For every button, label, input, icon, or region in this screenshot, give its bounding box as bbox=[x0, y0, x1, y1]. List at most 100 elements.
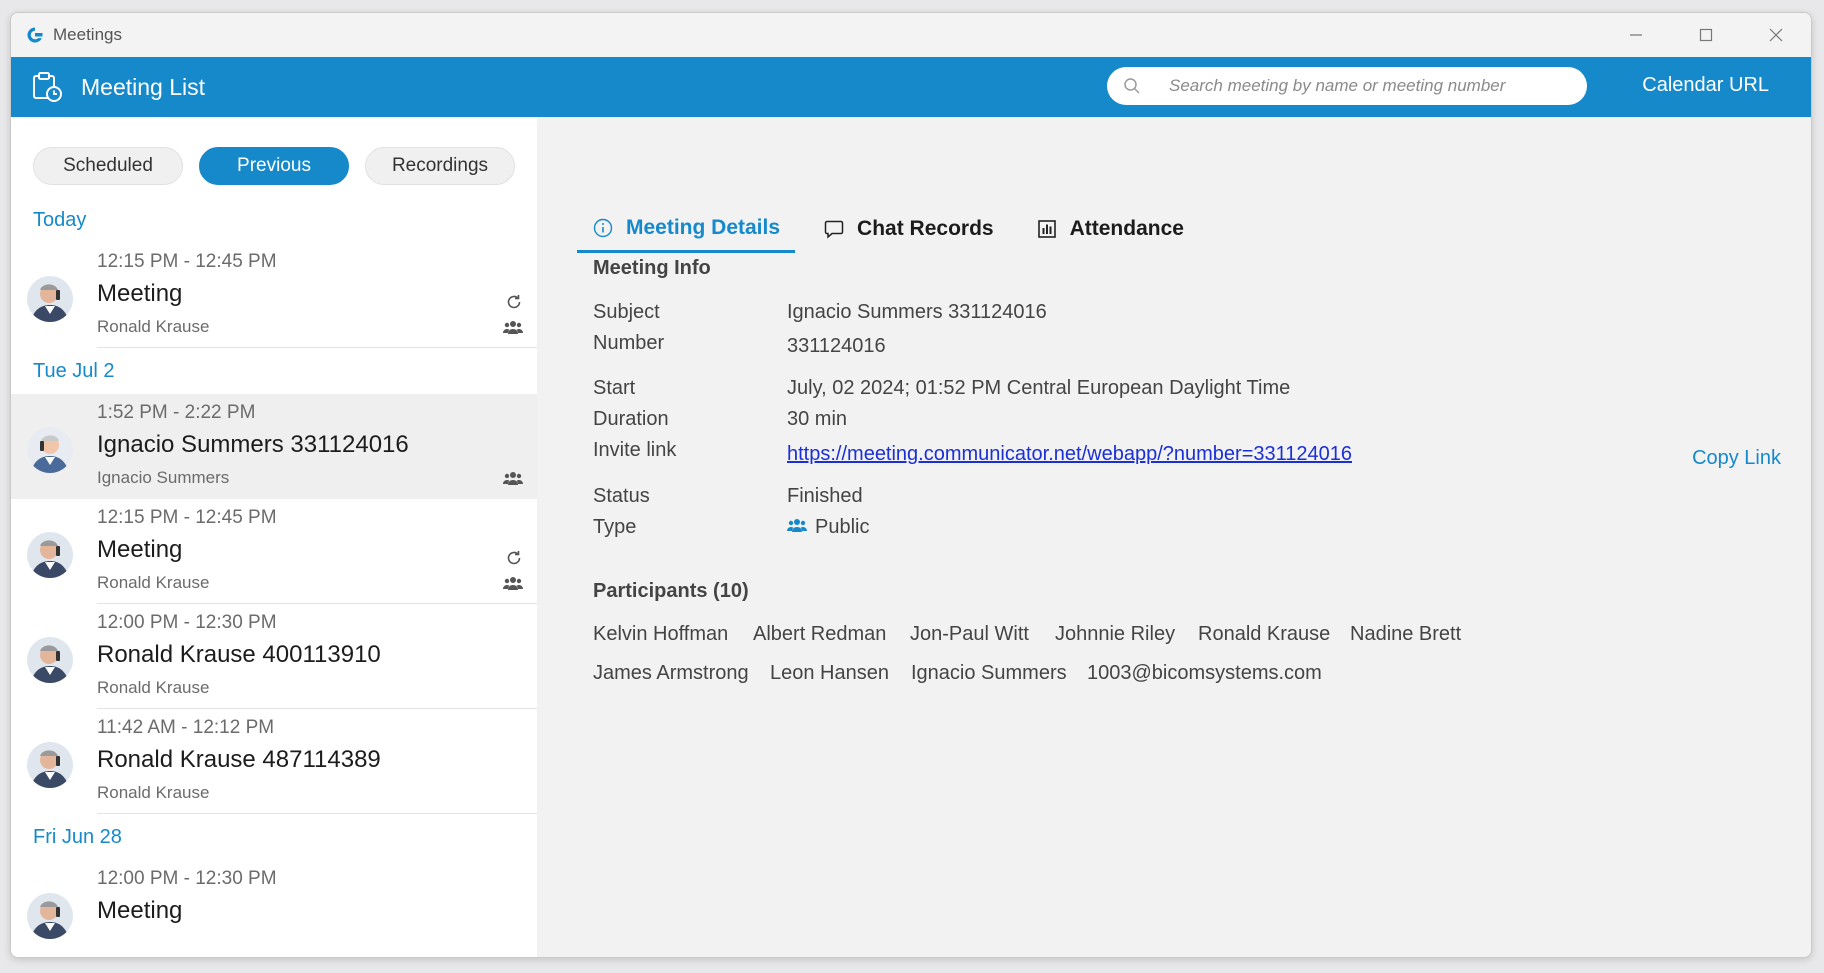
number-value: 331124016 bbox=[787, 335, 886, 357]
filter-scheduled[interactable]: Scheduled bbox=[33, 147, 183, 185]
meeting-host: Ronald Krause bbox=[97, 678, 210, 697]
status-value: Finished bbox=[787, 485, 863, 507]
maximize-button[interactable] bbox=[1671, 13, 1741, 57]
meeting-list-panel: Scheduled Previous Recordings Today 12:1… bbox=[11, 117, 537, 957]
type-text: Public bbox=[815, 516, 870, 538]
tab-label: Chat Records bbox=[857, 217, 994, 240]
meeting-title: Ignacio Summers 331124016 bbox=[97, 431, 409, 458]
divider bbox=[97, 347, 537, 348]
duration-value: 30 min bbox=[787, 408, 848, 430]
invite-link-value: https://meeting.communicator.net/webapp/… bbox=[787, 443, 1352, 466]
meeting-item[interactable]: 11:42 AM - 12:12 PM Ronald Krause 487114… bbox=[11, 709, 537, 814]
tab-attendance[interactable]: Attendance bbox=[1036, 205, 1184, 253]
date-group-header: Fri Jun 28 bbox=[33, 825, 122, 848]
meeting-title: Meeting bbox=[97, 280, 183, 307]
avatar bbox=[27, 276, 73, 322]
participant-name: Jon-Paul Witt bbox=[910, 623, 1029, 645]
meeting-title: Ronald Krause 487114389 bbox=[97, 746, 381, 773]
number-label: Number bbox=[593, 332, 665, 354]
avatar bbox=[27, 427, 73, 473]
meeting-info-title: Meeting Info bbox=[593, 257, 711, 279]
meeting-title: Meeting bbox=[97, 897, 183, 924]
meeting-item[interactable]: 12:00 PM - 12:30 PM Ronald Krause 400113… bbox=[11, 604, 537, 709]
meeting-host: Ronald Krause bbox=[97, 783, 210, 802]
date-group-header: Today bbox=[33, 208, 87, 231]
minimize-button[interactable] bbox=[1601, 13, 1671, 57]
participant-name: Ronald Krause bbox=[1198, 623, 1331, 645]
avatar bbox=[27, 742, 73, 788]
duration-label: Duration bbox=[593, 408, 669, 430]
status-label: Status bbox=[593, 485, 650, 507]
copy-link-button[interactable]: Copy Link bbox=[1692, 447, 1781, 470]
start-value: July, 02 2024; 01:52 PM Central European… bbox=[787, 377, 1291, 399]
participant-name: James Armstrong bbox=[593, 662, 749, 684]
tab-meeting-details[interactable]: Meeting Details bbox=[577, 205, 796, 253]
window-title: Meetings bbox=[53, 25, 122, 44]
meeting-host: Ronald Krause bbox=[97, 317, 210, 336]
meeting-item[interactable]: 12:15 PM - 12:45 PM Meeting Ronald Kraus… bbox=[11, 499, 537, 604]
type-value: Public bbox=[787, 516, 869, 539]
meeting-details-panel: Meeting Details Chat Records Attendance … bbox=[537, 117, 1811, 957]
tab-label: Attendance bbox=[1069, 217, 1184, 240]
meeting-item[interactable]: 12:15 PM - 12:45 PM Meeting Ronald Kraus… bbox=[11, 243, 537, 348]
public-meeting-icon bbox=[787, 516, 807, 539]
recurring-icon bbox=[505, 293, 523, 311]
close-button[interactable] bbox=[1741, 13, 1811, 57]
meeting-time: 12:00 PM - 12:30 PM bbox=[97, 612, 277, 633]
info-icon bbox=[592, 217, 614, 239]
recurring-icon bbox=[505, 549, 523, 567]
meetings-window: Meetings Meeting List Calendar URL bbox=[10, 12, 1812, 958]
calendar-url-button[interactable]: Calendar URL bbox=[1642, 74, 1769, 97]
meeting-time: 12:15 PM - 12:45 PM bbox=[97, 251, 277, 272]
avatar bbox=[27, 532, 73, 578]
start-label: Start bbox=[593, 377, 636, 399]
search-icon bbox=[1121, 75, 1143, 97]
window-controls bbox=[1601, 13, 1811, 57]
filter-previous[interactable]: Previous bbox=[199, 147, 349, 185]
meeting-item-selected[interactable]: 1:52 PM - 2:22 PM Ignacio Summers 331124… bbox=[11, 394, 537, 499]
participants-title: Participants (10) bbox=[593, 580, 749, 602]
attendance-icon bbox=[1036, 218, 1058, 240]
participant-name: Ignacio Summers bbox=[911, 662, 1067, 684]
search-input[interactable] bbox=[1169, 76, 1569, 96]
divider bbox=[97, 813, 537, 814]
public-meeting-icon bbox=[503, 319, 523, 335]
meeting-title: Meeting bbox=[97, 536, 183, 563]
date-group-header: Tue Jul 2 bbox=[33, 359, 115, 382]
meeting-host: Ronald Krause bbox=[97, 573, 210, 592]
title-bar: Meetings bbox=[11, 13, 1811, 57]
avatar bbox=[27, 637, 73, 683]
meeting-time: 11:42 AM - 12:12 PM bbox=[97, 717, 275, 738]
meeting-time: 12:15 PM - 12:45 PM bbox=[97, 507, 277, 528]
subject-value: Ignacio Summers 331124016 bbox=[787, 301, 1047, 323]
participant-name: Johnnie Riley bbox=[1055, 623, 1176, 645]
type-label: Type bbox=[593, 516, 637, 538]
public-meeting-icon bbox=[503, 575, 523, 591]
invite-link-label: Invite link bbox=[593, 439, 677, 461]
tab-label: Meeting Details bbox=[626, 215, 781, 239]
meeting-time: 1:52 PM - 2:22 PM bbox=[97, 402, 256, 423]
meeting-host: Ignacio Summers bbox=[97, 468, 230, 487]
app-header: Meeting List Calendar URL bbox=[11, 57, 1811, 117]
page-title: Meeting List bbox=[81, 73, 206, 100]
participant-name: Kelvin Hoffman bbox=[593, 623, 729, 645]
invite-link[interactable]: https://meeting.communicator.net/webapp/… bbox=[787, 443, 1352, 465]
filter-pills: Scheduled Previous Recordings bbox=[11, 117, 537, 185]
meeting-time: 12:00 PM - 12:30 PM bbox=[97, 868, 277, 889]
filter-recordings[interactable]: Recordings bbox=[365, 147, 515, 185]
avatar bbox=[27, 893, 73, 939]
participant-name: Leon Hansen bbox=[770, 662, 889, 684]
search-box[interactable] bbox=[1107, 67, 1587, 105]
meeting-title: Ronald Krause 400113910 bbox=[97, 641, 381, 668]
participant-name: 1003@bicomsystems.com bbox=[1087, 662, 1322, 684]
participant-name: Nadine Brett bbox=[1350, 623, 1462, 645]
meeting-item[interactable]: 12:00 PM - 12:30 PM Meeting bbox=[11, 860, 537, 957]
subject-label: Subject bbox=[593, 301, 660, 323]
public-meeting-icon bbox=[503, 470, 523, 486]
tab-chat-records[interactable]: Chat Records bbox=[823, 205, 994, 253]
chat-icon bbox=[823, 218, 845, 240]
app-logo-icon bbox=[25, 25, 45, 45]
calendar-clock-icon bbox=[31, 71, 63, 103]
details-tabs: Meeting Details Chat Records Attendance bbox=[577, 205, 1226, 253]
participant-name: Albert Redman bbox=[753, 623, 887, 645]
